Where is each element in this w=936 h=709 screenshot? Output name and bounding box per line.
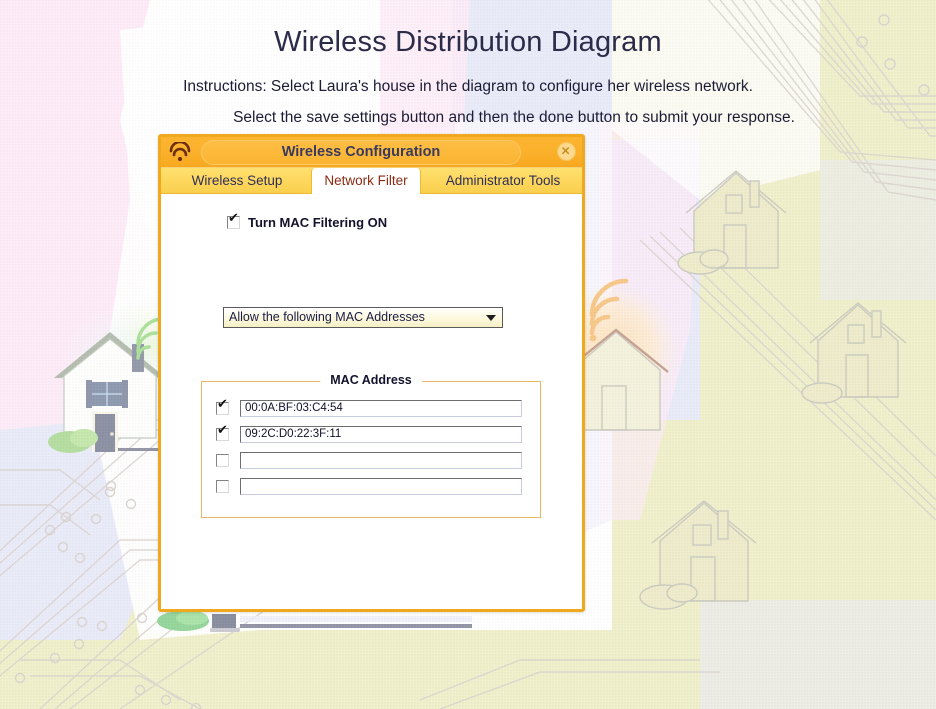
- wireless-configuration-dialog: Wireless Configuration Wireless Setup Ne…: [158, 134, 585, 612]
- mac-row-checkbox-3[interactable]: [216, 454, 229, 467]
- instruction-line-1: Instructions: Select Laura's house in th…: [183, 78, 753, 95]
- table-row: [216, 452, 522, 469]
- filter-policy-select[interactable]: Allow the following MAC Addresses: [223, 307, 503, 328]
- filter-policy-value: Allow the following MAC Addresses: [229, 310, 425, 324]
- tab-wireless-setup[interactable]: Wireless Setup: [163, 168, 311, 194]
- mac-filter-checkbox[interactable]: [227, 212, 240, 229]
- mac-address-input-2[interactable]: 09:2C:D0:22:3F:11: [240, 426, 522, 443]
- instruction-line-2: Select the save settings button and then…: [233, 109, 795, 126]
- table-row: 00:0A:BF:03:C4:54: [216, 398, 522, 417]
- dialog-tabstrip: Wireless Setup Network Filter Administra…: [161, 168, 582, 195]
- mac-row-checkbox-4[interactable]: [216, 480, 229, 493]
- mac-address-input-1[interactable]: 00:0A:BF:03:C4:54: [240, 400, 522, 417]
- wifi-signal-icon: [169, 142, 191, 162]
- mac-filter-toggle-row: Turn MAC Filtering ON: [227, 212, 388, 230]
- close-x-icon[interactable]: [557, 142, 576, 161]
- mac-address-fieldset: MAC Address 00:0A:BF:03:C4:54 09:2C:D0:2…: [201, 373, 541, 518]
- chevron-down-icon: [486, 315, 496, 321]
- page-title: Wireless Distribution Diagram: [274, 26, 662, 58]
- mac-address-input-4[interactable]: [240, 478, 522, 495]
- mac-address-legend: MAC Address: [320, 373, 422, 387]
- tab-administrator-tools[interactable]: Administrator Tools: [423, 168, 582, 194]
- mac-row-checkbox-2[interactable]: [216, 424, 229, 441]
- network-filter-panel: Turn MAC Filtering ON Allow the followin…: [161, 194, 582, 609]
- mac-address-input-3[interactable]: [240, 452, 522, 469]
- table-row: [216, 478, 522, 495]
- mac-row-checkbox-1[interactable]: [216, 398, 229, 415]
- tab-network-filter[interactable]: Network Filter: [311, 168, 421, 195]
- table-row: 09:2C:D0:22:3F:11: [216, 424, 522, 443]
- dialog-titlebar: Wireless Configuration: [161, 137, 582, 168]
- dialog-title: Wireless Configuration: [281, 144, 441, 160]
- mac-filter-label: Turn MAC Filtering ON: [248, 215, 388, 230]
